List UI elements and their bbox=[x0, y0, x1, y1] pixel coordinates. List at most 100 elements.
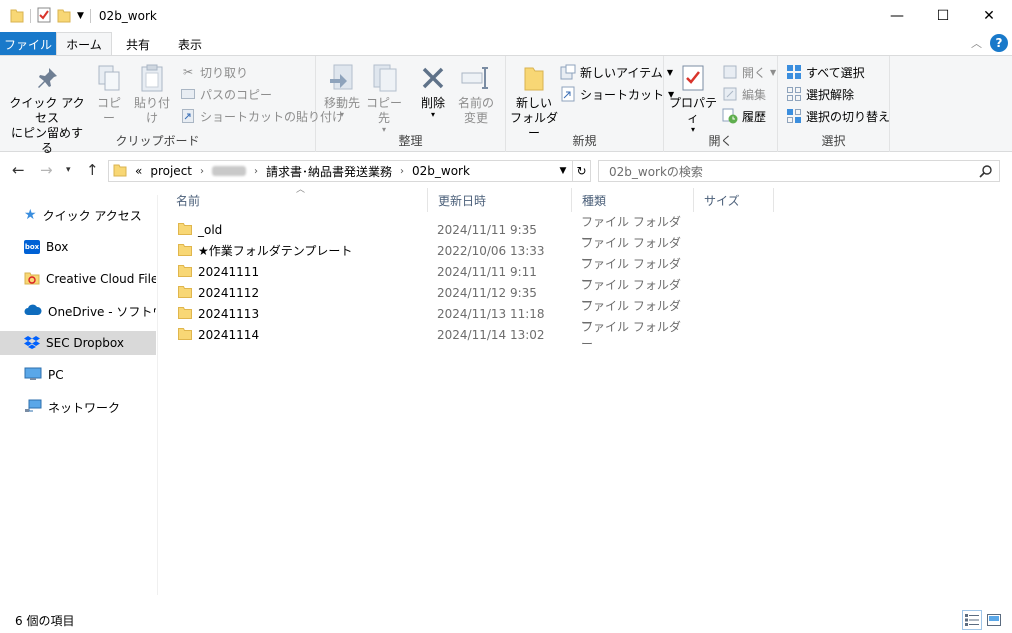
select-all-icon bbox=[786, 64, 802, 80]
open-group-label: 開く bbox=[708, 134, 733, 148]
file-modified: 2024/11/12 9:35 bbox=[437, 285, 537, 300]
network-icon bbox=[24, 399, 42, 416]
sidebar-item-sec-dropbox[interactable]: SEC Dropbox bbox=[0, 331, 156, 355]
new-folder-button[interactable]: 新しい フォルダー bbox=[510, 62, 558, 141]
search-icon[interactable] bbox=[979, 164, 993, 181]
folder-icon bbox=[178, 285, 192, 301]
details-view-icon[interactable] bbox=[962, 610, 982, 630]
history-button[interactable]: 履歴 bbox=[722, 106, 766, 126]
file-type: ファイル フォルダー bbox=[581, 319, 681, 351]
select-none-icon bbox=[786, 86, 802, 102]
separator bbox=[30, 9, 31, 23]
delete-button[interactable]: 削除 ▾ bbox=[416, 62, 450, 119]
sidebar-item-onedrive[interactable]: OneDrive - ソフトウエア bbox=[0, 299, 156, 323]
select-all-button[interactable]: すべて選択 bbox=[786, 62, 865, 82]
address-dropdown-icon[interactable]: ▼ bbox=[554, 166, 572, 176]
customize-dropdown-icon[interactable]: ▼ bbox=[77, 11, 84, 21]
redacted-crumb[interactable] bbox=[212, 166, 246, 176]
title-bar: ▼ 02b_work — ☐ ✕ bbox=[0, 0, 1012, 32]
file-name: _old bbox=[198, 222, 223, 237]
folder-icon bbox=[178, 222, 192, 238]
properties-quick-icon[interactable] bbox=[37, 7, 51, 26]
new-item-button[interactable]: 新しいアイテム ▼ bbox=[560, 62, 673, 82]
file-name: 20241113 bbox=[198, 306, 260, 321]
folder-icon bbox=[10, 7, 24, 26]
large-icons-view-icon[interactable] bbox=[984, 610, 1004, 630]
file-name: 20241112 bbox=[198, 285, 260, 300]
address-bar[interactable]: « project › › 請求書･納品書発送業務 › 02b_work ▼ ↻ bbox=[108, 160, 591, 182]
paste-button[interactable]: 貼り付け bbox=[130, 62, 174, 126]
sidebar-item-creative-cloud[interactable]: Creative Cloud Files bbox=[0, 267, 156, 291]
new-group: 新しい フォルダー 新しいアイテム ▼ ショートカット ▼ 新規 bbox=[506, 56, 674, 152]
tab-file[interactable]: ファイル bbox=[0, 32, 56, 56]
cut-button[interactable]: ✂ 切り取り bbox=[180, 62, 248, 82]
status-bar: 6 個の項目 bbox=[0, 608, 1012, 633]
onedrive-cloud-icon bbox=[24, 304, 42, 319]
open-button[interactable]: 開く ▼ bbox=[722, 62, 776, 82]
easy-access-shortcut-button[interactable]: ショートカット ▼ bbox=[560, 84, 674, 104]
up-arrow-icon[interactable]: ↑ bbox=[86, 161, 99, 179]
copy-path-button[interactable]: パスのコピー bbox=[180, 84, 272, 104]
navigation-pane-divider[interactable] bbox=[157, 195, 158, 595]
column-header-modified[interactable]: 更新日時 bbox=[428, 188, 572, 212]
file-list: ︿ 名前 更新日時 種類 サイズ _old 2024/11/11 9:35 ファ… bbox=[166, 185, 1006, 608]
refresh-icon[interactable]: ↻ bbox=[572, 161, 590, 181]
scissors-icon: ✂ bbox=[182, 65, 194, 79]
column-header-type[interactable]: 種類 bbox=[572, 188, 694, 212]
paste-shortcut-icon bbox=[180, 108, 196, 124]
sidebar-item-pc[interactable]: PC bbox=[0, 363, 156, 387]
tab-share[interactable]: 共有 bbox=[112, 32, 164, 56]
copy-button[interactable]: コピー bbox=[92, 62, 126, 126]
breadcrumb-overflow[interactable]: « bbox=[135, 164, 142, 178]
help-icon[interactable]: ? bbox=[990, 34, 1008, 52]
file-modified: 2024/11/14 13:02 bbox=[437, 327, 545, 342]
search-box[interactable]: 02b_workの検索 bbox=[598, 160, 1000, 182]
navigation-bar: ← → ▾ ↑ « project › › 請求書･納品書発送業務 › 02b_… bbox=[0, 155, 1012, 187]
tab-view[interactable]: 表示 bbox=[164, 32, 216, 56]
new-folder-quick-icon[interactable] bbox=[57, 7, 71, 26]
breadcrumb-project[interactable]: project bbox=[150, 164, 192, 178]
edit-button[interactable]: 編集 bbox=[722, 84, 766, 104]
edit-icon bbox=[722, 86, 738, 102]
window-title: 02b_work bbox=[98, 9, 157, 23]
select-none-button[interactable]: 選択解除 bbox=[786, 84, 854, 104]
separator bbox=[89, 9, 91, 23]
sidebar-item-network[interactable]: ネットワーク bbox=[0, 395, 156, 419]
move-to-button[interactable]: 移動先 ▾ bbox=[322, 62, 362, 119]
open-icon bbox=[722, 64, 738, 80]
folder-icon bbox=[178, 243, 192, 259]
minimize-button[interactable]: — bbox=[874, 0, 920, 32]
chevron-right-icon[interactable]: › bbox=[254, 166, 258, 177]
forward-arrow-icon[interactable]: → bbox=[40, 161, 53, 179]
table-row[interactable]: 20241114 2024/11/14 13:02 ファイル フォルダー bbox=[166, 320, 686, 351]
tab-home[interactable]: ホーム bbox=[56, 32, 112, 56]
column-header-name[interactable]: 名前 bbox=[166, 188, 428, 212]
collapse-ribbon-icon[interactable]: ︿ bbox=[971, 35, 982, 51]
search-input[interactable]: 02b_workの検索 bbox=[609, 163, 703, 180]
properties-button[interactable]: プロパティ ▾ bbox=[668, 62, 718, 134]
maximize-button[interactable]: ☐ bbox=[920, 0, 966, 32]
creative-cloud-folder-icon bbox=[24, 271, 40, 288]
item-count: 6 個の項目 bbox=[15, 614, 75, 628]
copy-to-icon bbox=[368, 62, 400, 94]
organize-group-label: 整理 bbox=[398, 134, 423, 148]
file-name: 20241114 bbox=[198, 327, 260, 342]
breadcrumb-billing[interactable]: 請求書･納品書発送業務 bbox=[266, 163, 392, 180]
back-arrow-icon[interactable]: ← bbox=[12, 161, 25, 179]
pin-icon bbox=[31, 62, 63, 94]
chevron-right-icon[interactable]: › bbox=[400, 166, 404, 177]
close-button[interactable]: ✕ bbox=[966, 0, 1012, 32]
invert-selection-button[interactable]: 選択の切り替え bbox=[786, 106, 890, 126]
select-group-label: 選択 bbox=[821, 134, 846, 148]
copy-to-button[interactable]: コピー先 ▾ bbox=[364, 62, 404, 134]
select-group: すべて選択 選択解除 選択の切り替え 選択 bbox=[778, 56, 890, 152]
sidebar-item-box[interactable]: box Box bbox=[0, 235, 156, 259]
ribbon-tabs: ファイル ホーム 共有 表示 ︿ ? bbox=[0, 32, 1012, 56]
recent-locations-chevron-icon[interactable]: ▾ bbox=[66, 165, 71, 175]
sidebar-item-quick-access[interactable]: ★ クイック アクセス bbox=[0, 203, 156, 227]
column-header-size[interactable]: サイズ bbox=[694, 188, 774, 212]
breadcrumb-current[interactable]: 02b_work bbox=[412, 164, 470, 178]
rename-button[interactable]: 名前の 変更 bbox=[456, 62, 496, 126]
chevron-right-icon[interactable]: › bbox=[200, 166, 204, 177]
file-name: ★作業フォルダテンプレート bbox=[198, 244, 353, 258]
